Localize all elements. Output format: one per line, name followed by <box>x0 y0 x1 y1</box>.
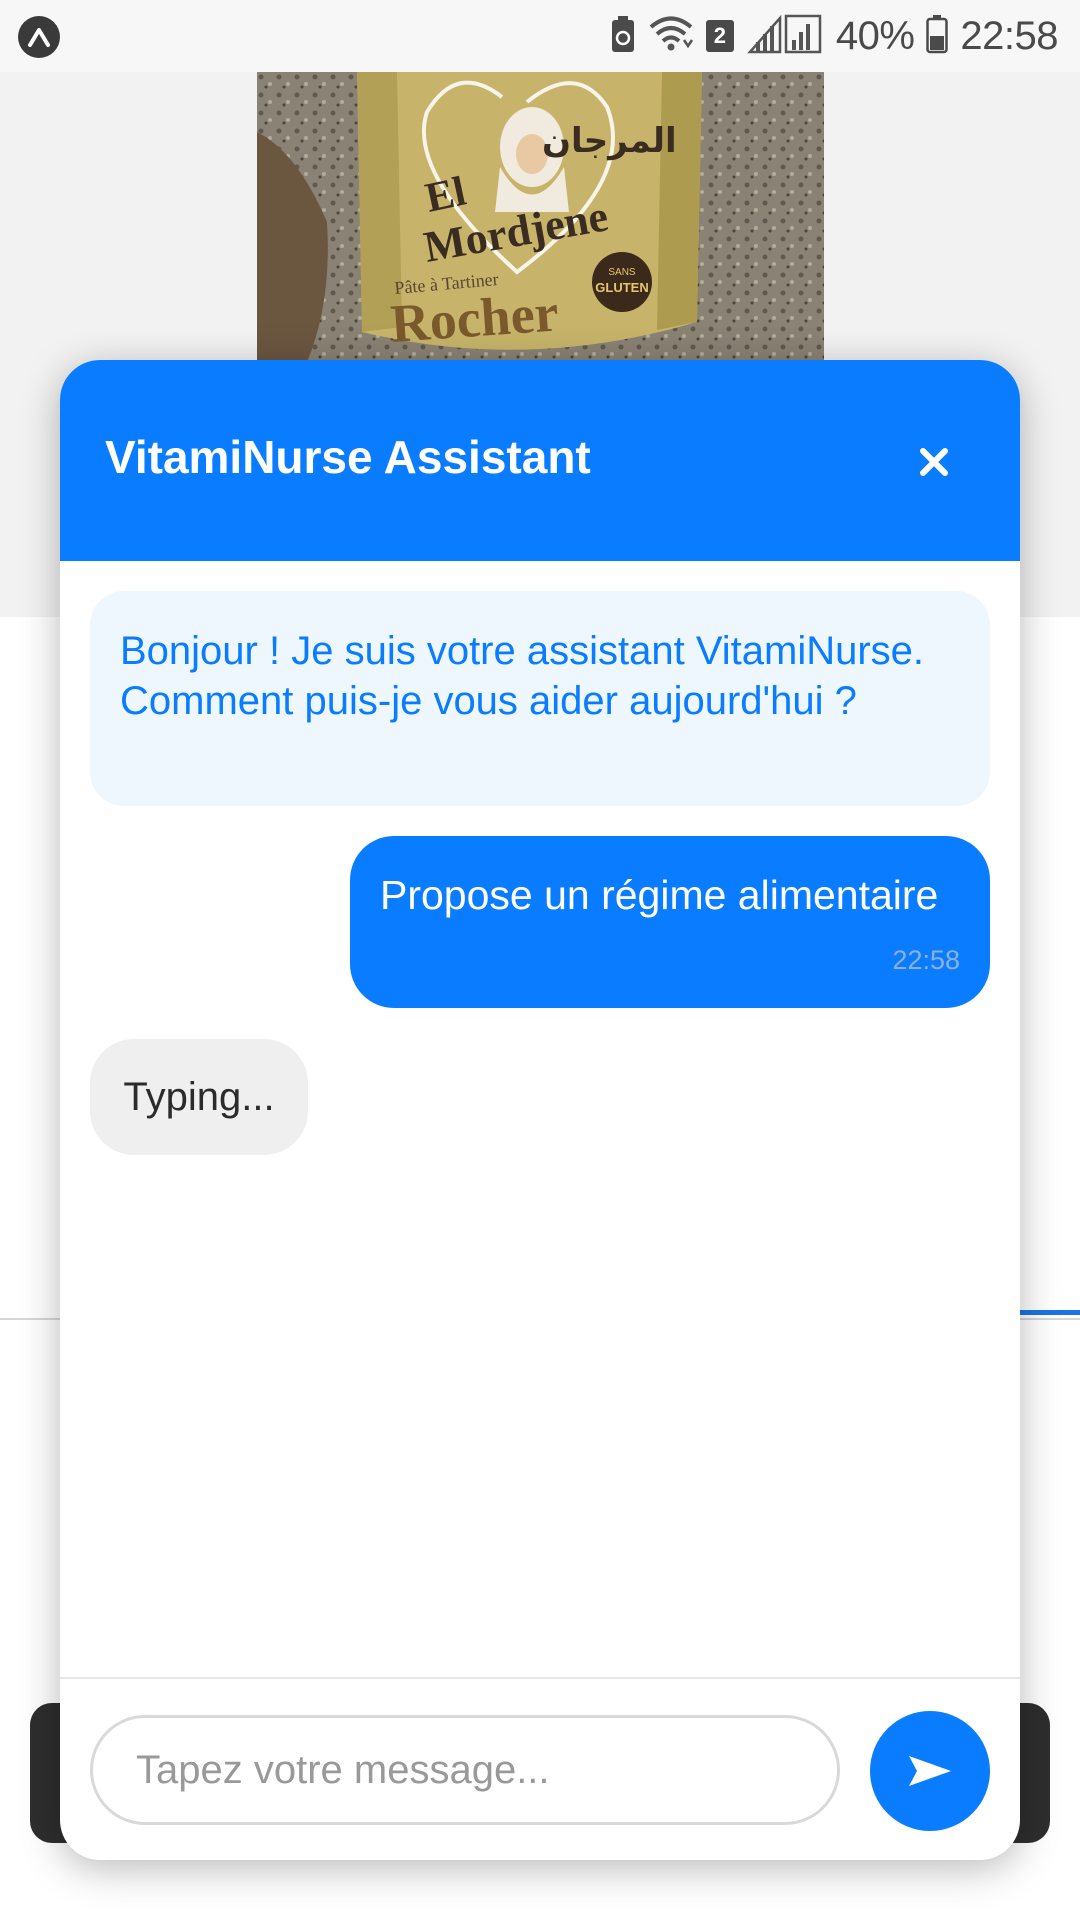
background-accent-line <box>1020 1310 1080 1315</box>
typing-indicator: Typing... <box>90 1039 308 1155</box>
user-message-text: Propose un régime alimentaire <box>380 872 939 918</box>
send-icon <box>909 1756 951 1786</box>
jar-product-name: Rocher <box>389 282 561 354</box>
close-icon <box>920 448 948 476</box>
wifi-icon <box>648 14 694 59</box>
input-divider <box>60 1677 1020 1679</box>
signal-icon <box>746 14 824 59</box>
chat-modal: VitamiNurse Assistant Bonjour ! Je suis … <box>60 360 1020 1860</box>
chat-title: VitamiNurse Assistant <box>105 431 591 483</box>
user-message-time: 22:58 <box>892 945 960 975</box>
message-input[interactable] <box>90 1715 840 1825</box>
jar-badge-line1: SANS <box>608 267 636 278</box>
app-logo-icon <box>18 16 60 58</box>
user-message: Propose un régime alimentaire 22:58 <box>350 836 990 1008</box>
battery-icon <box>926 14 949 59</box>
jar-badge-line2: GLUTEN <box>595 280 648 295</box>
message-list[interactable]: Bonjour ! Je suis votre assistant Vitami… <box>60 561 1020 1636</box>
status-icons: 2 40% 22:58 <box>610 0 1058 72</box>
close-button[interactable] <box>910 438 958 486</box>
status-time: 22:58 <box>960 13 1058 58</box>
chat-header: VitamiNurse Assistant <box>60 360 1020 561</box>
jar-arabic-brand: المرجان <box>542 121 677 161</box>
product-photo: El Mordjene المرجان Pâte à Tartiner Roch… <box>257 72 824 362</box>
sim-slot-badge: 2 <box>705 20 734 52</box>
status-bar: 2 40% 22:58 <box>0 0 1080 72</box>
battery-saver-icon <box>610 14 636 59</box>
battery-percent: 40% <box>835 13 915 58</box>
send-button[interactable] <box>870 1711 990 1831</box>
bot-message: Bonjour ! Je suis votre assistant Vitami… <box>90 591 990 806</box>
